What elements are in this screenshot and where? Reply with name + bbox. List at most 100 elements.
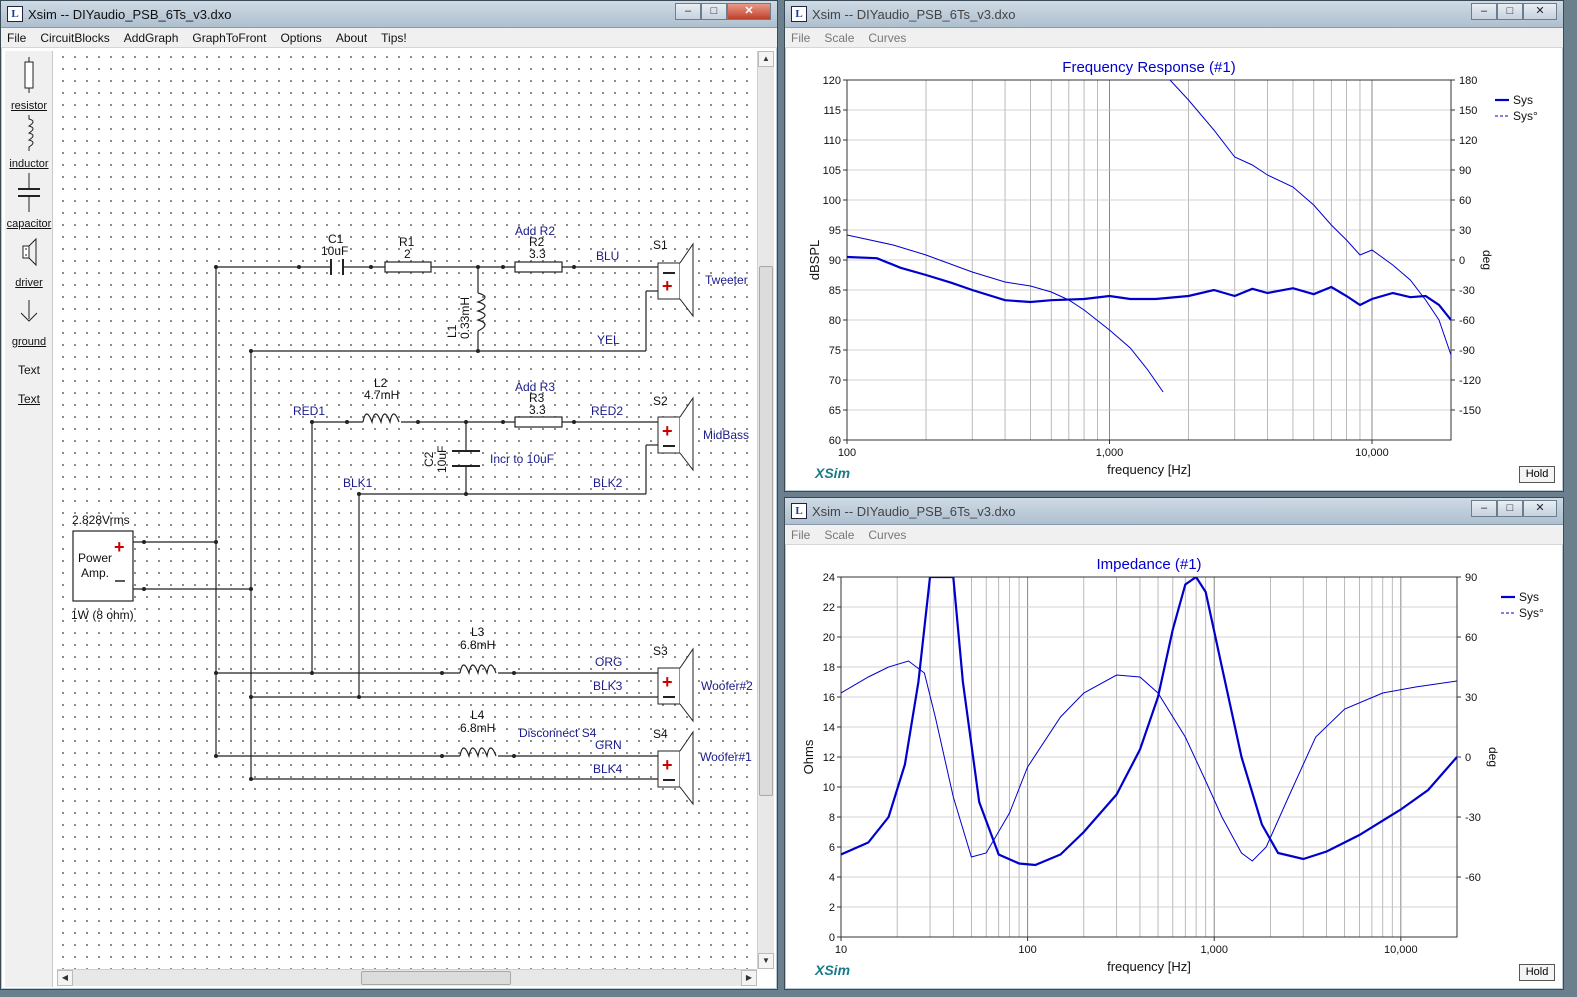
y-tick-label: 14 (823, 722, 835, 734)
speaker-s1[interactable]: + (657, 242, 694, 318)
maximize-button[interactable]: □ (1497, 3, 1523, 20)
y2-tick-label: -60 (1465, 872, 1481, 884)
frequency-response-chart: 60 65 70 75 80 85 90 95 100 105 110 115 120 -150 -120 -… (807, 59, 1538, 481)
label-woofer1: Woofer#1 (700, 750, 752, 764)
scroll-left-icon[interactable]: ◀ (57, 970, 73, 986)
svg-text:+: + (662, 276, 673, 296)
speaker-s4[interactable]: + (657, 730, 694, 806)
scroll-up-icon[interactable]: ▲ (758, 51, 774, 67)
menu-scale[interactable]: Scale (824, 31, 854, 45)
svg-text:+: + (662, 755, 673, 775)
label-r3-value: 3.3 (529, 403, 546, 417)
x-tick-label: 100 (1018, 944, 1036, 956)
maximize-button[interactable]: □ (701, 3, 727, 20)
menu-options[interactable]: Options (280, 31, 321, 45)
label-midbass: MidBass (703, 428, 749, 442)
y2-tick-label: 0 (1459, 255, 1465, 267)
component-toolbox: resistor inductor capacitor driver groun… (5, 51, 53, 987)
tool-resistor[interactable]: resistor (5, 57, 53, 112)
y-tick-label: 18 (823, 662, 835, 674)
y-tick-label: 0 (829, 932, 835, 944)
close-button[interactable]: ✕ (727, 3, 771, 20)
tool-label: Text (17, 363, 40, 377)
y2-tick-label: 120 (1459, 135, 1477, 147)
y-tick-label: 70 (829, 375, 841, 387)
y-tick-label: 110 (823, 135, 841, 147)
label-yel: YEL (597, 333, 620, 347)
xsim-brand-logo: XSim (814, 465, 850, 481)
menu-file[interactable]: File (7, 31, 26, 45)
label-woofer2: Woofer#2 (701, 679, 753, 693)
menu-scale[interactable]: Scale (824, 528, 854, 542)
app-icon: L (791, 503, 807, 519)
y-tick-label: 8 (829, 812, 835, 824)
label-l3-value: 6.8mH (460, 638, 495, 652)
menu-bar: File CircuitBlocks AddGraph GraphToFront… (1, 28, 777, 48)
y2-tick-label: 60 (1465, 632, 1477, 644)
menu-graphtofront[interactable]: GraphToFront (192, 31, 266, 45)
y-tick-label: 85 (829, 285, 841, 297)
title-bar[interactable]: L Xsim -- DIYaudio_PSB_6Ts_v3.dxo – □ ✕ (785, 498, 1563, 525)
close-button[interactable]: ✕ (1523, 500, 1557, 517)
hold-button[interactable]: Hold (1519, 964, 1555, 981)
tool-capacitor[interactable]: capacitor (5, 173, 53, 230)
speaker-s2[interactable]: + (657, 396, 694, 472)
x-tick-label: 10,000 (1384, 944, 1418, 956)
minimize-button[interactable]: – (1471, 3, 1497, 20)
y-tick-label: 120 (823, 75, 841, 87)
window-title: Xsim -- DIYaudio_PSB_6Ts_v3.dxo (28, 7, 232, 22)
chart-title: Impedance (#1) (1096, 556, 1201, 573)
y-tick-label: 20 (823, 632, 835, 644)
label-l4-value: 6.8mH (460, 721, 495, 735)
scroll-right-icon[interactable]: ▶ (741, 970, 757, 986)
minimize-button[interactable]: – (675, 3, 701, 20)
menu-file[interactable]: File (791, 31, 810, 45)
menu-about[interactable]: About (336, 31, 367, 45)
menu-circuitblocks[interactable]: CircuitBlocks (40, 31, 109, 45)
x-tick-label: 10 (835, 944, 847, 956)
y-tick-label: 4 (829, 872, 835, 884)
label-l2-value: 4.7mH (364, 388, 399, 402)
label-s3: S3 (653, 644, 668, 658)
title-bar[interactable]: L Xsim -- DIYaudio_PSB_6Ts_v3.dxo – □ ✕ (785, 1, 1563, 28)
tool-text[interactable]: Text (5, 392, 53, 406)
horizontal-scrollbar[interactable]: ◀ ▶ (57, 969, 757, 986)
menu-curves[interactable]: Curves (868, 31, 906, 45)
horizontal-scroll-thumb[interactable] (361, 971, 511, 985)
y2-tick-label: -150 (1459, 405, 1481, 417)
vertical-scrollbar[interactable]: ▲ ▼ (757, 51, 774, 969)
menu-tips[interactable]: Tips! (381, 31, 407, 45)
close-button[interactable]: ✕ (1523, 3, 1557, 20)
tool-ground[interactable]: ground (5, 297, 53, 348)
vertical-scroll-thumb[interactable] (759, 266, 773, 796)
label-c2-note: Incr to 10uF (490, 452, 554, 466)
menu-file[interactable]: File (791, 528, 810, 542)
label-blu: BLU (596, 249, 619, 263)
capacitor-icon (18, 173, 40, 212)
menu-addgraph[interactable]: AddGraph (124, 31, 179, 45)
impedance-window: L Xsim -- DIYaudio_PSB_6Ts_v3.dxo – □ ✕ … (784, 497, 1564, 990)
label-c1-value: 10uF (321, 244, 348, 258)
tool-text-plain[interactable]: Text (5, 363, 53, 377)
maximize-button[interactable]: □ (1497, 500, 1523, 517)
y-tick-label: 95 (829, 225, 841, 237)
x-tick-label: 100 (838, 447, 856, 459)
y-axis-label: Ohms (801, 739, 816, 774)
title-bar[interactable]: L Xsim -- DIYaudio_PSB_6Ts_v3.dxo – □ ✕ (1, 1, 777, 28)
menu-curves[interactable]: Curves (868, 528, 906, 542)
tool-inductor[interactable]: inductor (5, 115, 53, 170)
label-blk4: BLK4 (593, 762, 623, 776)
menu-bar: File Scale Curves (785, 28, 1563, 48)
hold-button[interactable]: Hold (1519, 466, 1555, 483)
schematic-canvas[interactable]: + + + + + C1 10uF R1 2 Add R2 R2 3.3 BLU… (57, 51, 757, 969)
y2-tick-label: 180 (1459, 75, 1477, 87)
tool-driver[interactable]: driver (5, 236, 53, 289)
y-tick-label: 60 (829, 435, 841, 447)
y-tick-label: 10 (823, 782, 835, 794)
y-tick-label: 65 (829, 405, 841, 417)
minimize-button[interactable]: – (1471, 500, 1497, 517)
scroll-down-icon[interactable]: ▼ (758, 953, 774, 969)
legend-sys-label: Sys (1513, 93, 1533, 107)
speaker-s3[interactable]: + (657, 647, 694, 723)
frequency-response-window: L Xsim -- DIYaudio_PSB_6Ts_v3.dxo – □ ✕ … (784, 0, 1564, 492)
